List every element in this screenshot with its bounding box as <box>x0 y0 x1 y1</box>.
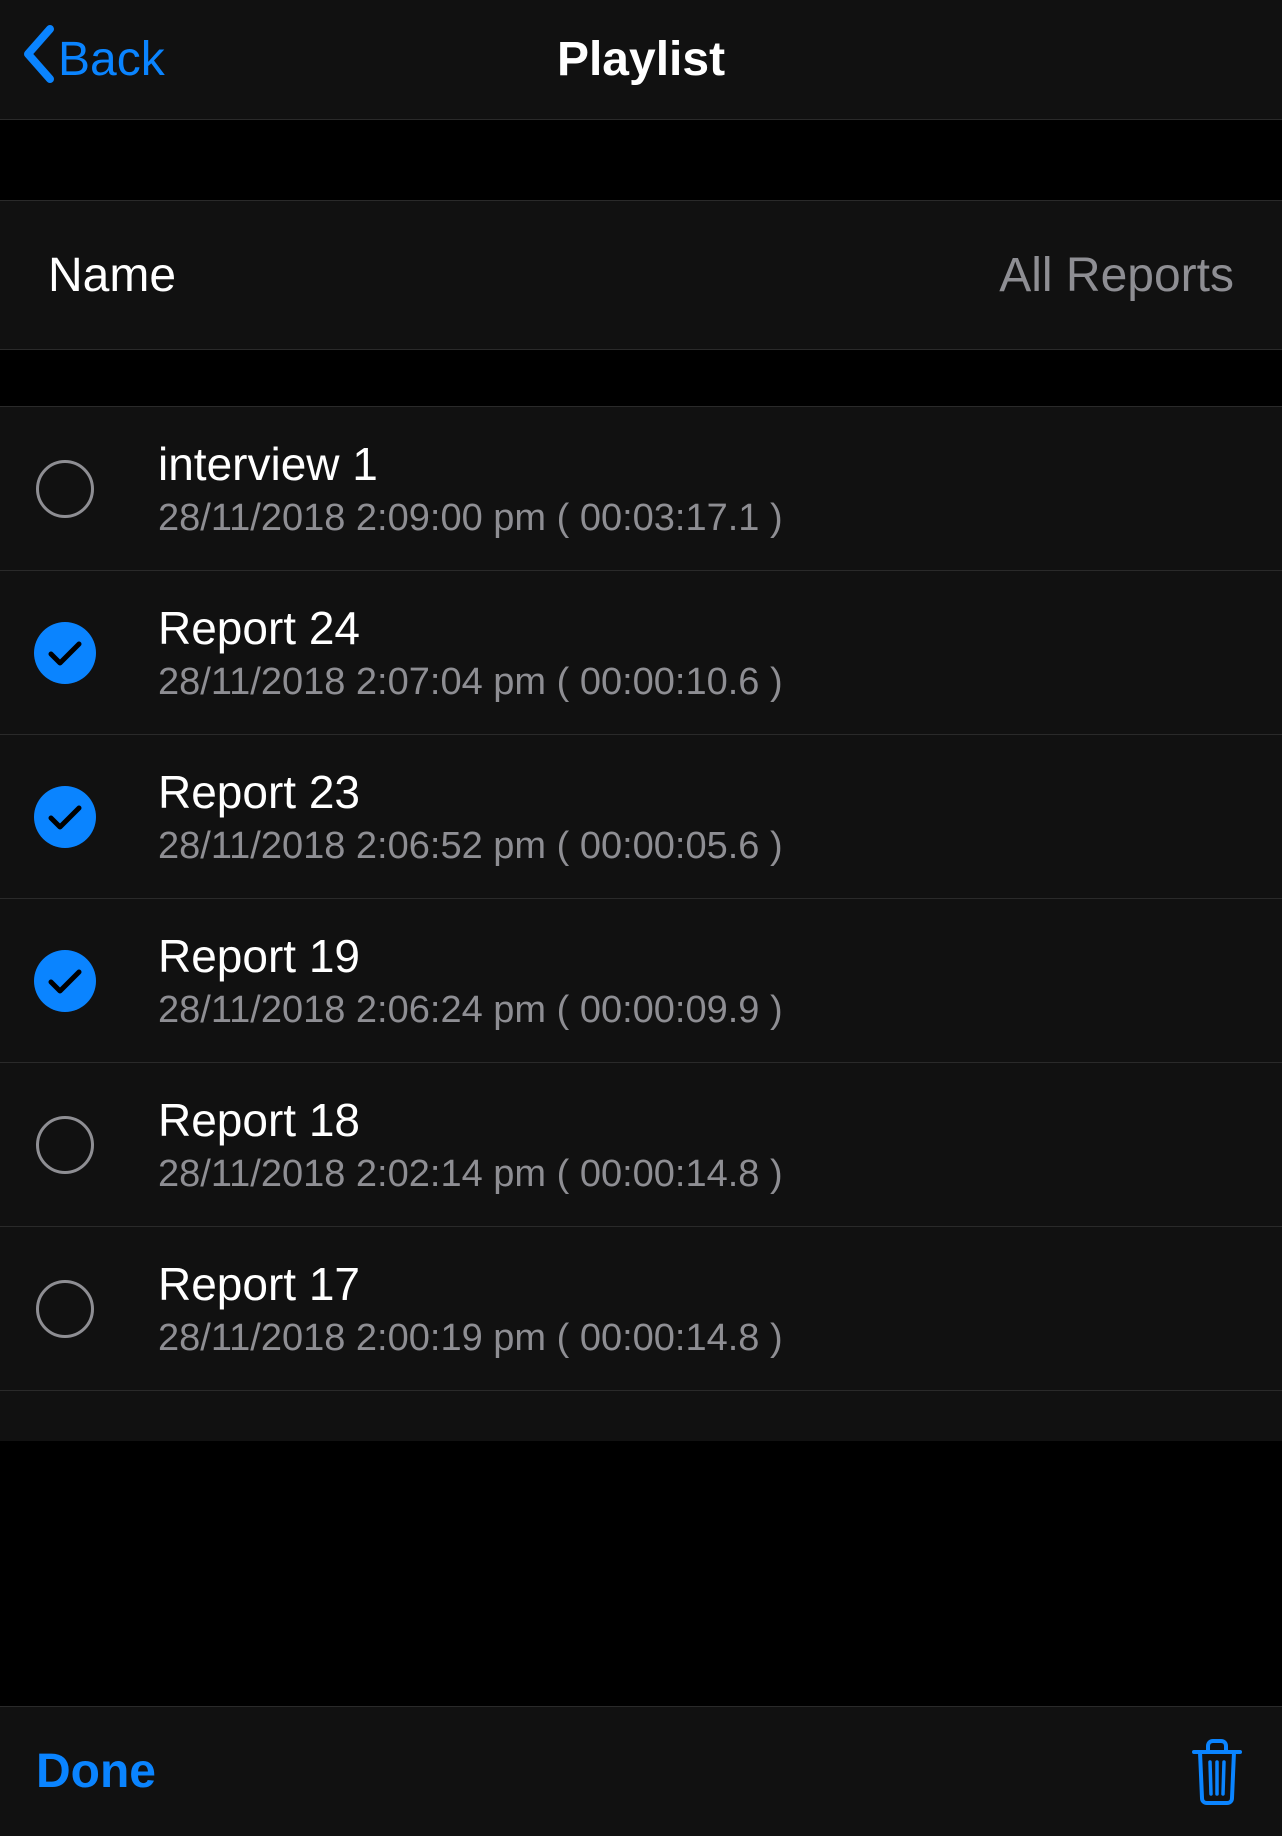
circle-empty-icon <box>36 460 94 518</box>
chevron-left-icon <box>20 22 54 98</box>
list-item[interactable]: Report 18 28/11/2018 2:02:14 pm ( 00:00:… <box>0 1063 1282 1227</box>
item-subtitle: 28/11/2018 2:07:04 pm ( 00:00:10.6 ) <box>158 661 783 704</box>
item-subtitle: 28/11/2018 2:02:14 pm ( 00:00:14.8 ) <box>158 1153 783 1196</box>
list-item-text: Report 23 28/11/2018 2:06:52 pm ( 00:00:… <box>158 765 783 867</box>
list-item[interactable]: Report 17 28/11/2018 2:00:19 pm ( 00:00:… <box>0 1227 1282 1391</box>
circle-empty-icon <box>36 1280 94 1338</box>
selection-checkbox[interactable] <box>34 950 96 1012</box>
list-item-text: Report 19 28/11/2018 2:06:24 pm ( 00:00:… <box>158 929 783 1031</box>
back-label: Back <box>58 32 165 87</box>
item-title: Report 24 <box>158 601 783 656</box>
circle-empty-icon <box>36 1116 94 1174</box>
checkmark-circle-icon <box>34 786 96 848</box>
selection-checkbox[interactable] <box>34 458 96 520</box>
item-title: Report 18 <box>158 1093 783 1148</box>
recording-list: interview 1 28/11/2018 2:09:00 pm ( 00:0… <box>0 406 1282 1441</box>
page-title: Playlist <box>557 32 725 87</box>
delete-button[interactable] <box>1188 1738 1246 1806</box>
spacer <box>0 350 1282 406</box>
list-item[interactable]: Report 23 28/11/2018 2:06:52 pm ( 00:00:… <box>0 735 1282 899</box>
list-item-partial[interactable] <box>0 1391 1282 1441</box>
list-item[interactable]: Report 24 28/11/2018 2:07:04 pm ( 00:00:… <box>0 571 1282 735</box>
done-button[interactable]: Done <box>36 1744 156 1799</box>
item-subtitle: 28/11/2018 2:00:19 pm ( 00:00:14.8 ) <box>158 1317 783 1360</box>
list-item[interactable]: interview 1 28/11/2018 2:09:00 pm ( 00:0… <box>0 407 1282 571</box>
filter-label[interactable]: All Reports <box>999 248 1234 303</box>
item-title: interview 1 <box>158 437 783 492</box>
item-title: Report 19 <box>158 929 783 984</box>
checkmark-circle-icon <box>34 950 96 1012</box>
bottom-toolbar: Done <box>0 1706 1282 1836</box>
list-item-text: interview 1 28/11/2018 2:09:00 pm ( 00:0… <box>158 437 783 539</box>
list-item[interactable]: Report 19 28/11/2018 2:06:24 pm ( 00:00:… <box>0 899 1282 1063</box>
list-item-text: Report 17 28/11/2018 2:00:19 pm ( 00:00:… <box>158 1257 783 1359</box>
selection-checkbox[interactable] <box>34 1278 96 1340</box>
item-subtitle: 28/11/2018 2:06:24 pm ( 00:00:09.9 ) <box>158 989 783 1032</box>
item-subtitle: 28/11/2018 2:06:52 pm ( 00:00:05.6 ) <box>158 825 783 868</box>
back-button[interactable]: Back <box>0 22 165 98</box>
item-title: Report 23 <box>158 765 783 820</box>
selection-checkbox[interactable] <box>34 622 96 684</box>
navigation-bar: Back Playlist <box>0 0 1282 120</box>
name-column-label: Name <box>48 248 176 303</box>
list-item-text: Report 18 28/11/2018 2:02:14 pm ( 00:00:… <box>158 1093 783 1195</box>
checkmark-circle-icon <box>34 622 96 684</box>
list-item-text: Report 24 28/11/2018 2:07:04 pm ( 00:00:… <box>158 601 783 703</box>
list-header: Name All Reports <box>0 200 1282 350</box>
item-title: Report 17 <box>158 1257 783 1312</box>
selection-checkbox[interactable] <box>34 1114 96 1176</box>
selection-checkbox[interactable] <box>34 786 96 848</box>
spacer <box>0 120 1282 200</box>
item-subtitle: 28/11/2018 2:09:00 pm ( 00:03:17.1 ) <box>158 497 783 540</box>
trash-icon <box>1188 1738 1246 1806</box>
